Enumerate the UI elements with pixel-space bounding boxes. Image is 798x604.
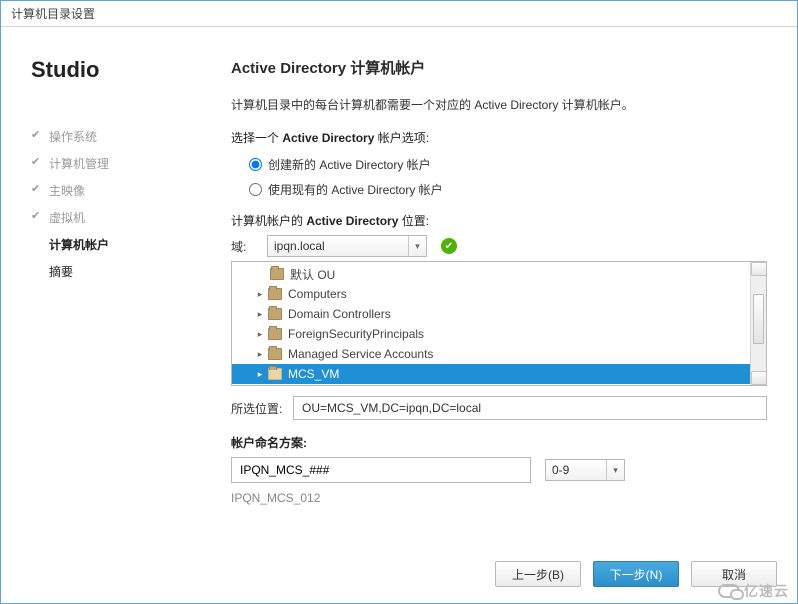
window-title: 计算机目录设置 (11, 7, 95, 21)
radio-use-existing[interactable]: 使用现有的 Active Directory 帐户 (249, 177, 767, 202)
folder-icon (268, 348, 282, 360)
wizard-window: 计算机目录设置 Studio 操作系统 计算机管理 主映像 虚拟机 计算机帐户 … (0, 0, 798, 604)
expand-icon[interactable]: ▸ (254, 369, 266, 380)
scroll-up-icon[interactable]: ▴ (751, 262, 767, 276)
folder-icon (270, 268, 284, 280)
back-button[interactable]: 上一步(B) (495, 561, 581, 587)
step-os: 操作系统 (31, 123, 181, 150)
step-summary: 摘要 (31, 258, 181, 285)
chevron-down-icon: ▾ (606, 460, 624, 480)
domain-label: 域: (231, 238, 267, 255)
step-computer-accounts: 计算机帐户 (31, 231, 181, 258)
tree-row[interactable]: ▸ 默认 OU (232, 264, 766, 284)
expand-icon[interactable]: ▸ (254, 289, 266, 300)
selected-location-row: 所选位置: OU=MCS_VM,DC=ipqn,DC=local (231, 396, 767, 420)
scroll-down-icon[interactable]: ▾ (751, 371, 767, 385)
scroll-thumb[interactable] (753, 294, 764, 344)
domain-value: ipqn.local (274, 239, 325, 253)
watermark-logo-icon (718, 584, 740, 598)
scrollbar[interactable]: ▴ ▾ (750, 262, 766, 385)
radio-use-input[interactable] (249, 183, 262, 196)
naming-scheme-label: 帐户命名方案: (231, 434, 767, 451)
tree-row[interactable]: ▸ Domain Controllers (232, 304, 766, 324)
page-heading: Active Directory 计算机帐户 (231, 57, 767, 78)
folder-icon (268, 288, 282, 300)
sidebar: Studio 操作系统 计算机管理 主映像 虚拟机 计算机帐户 摘要 (1, 27, 201, 565)
ad-location-label: 计算机帐户的 Active Directory 位置: (231, 212, 767, 229)
next-button[interactable]: 下一步(N) (593, 561, 679, 587)
page-description: 计算机目录中的每台计算机都需要一个对应的 Active Directory 计算… (231, 96, 767, 113)
selected-location-value: OU=MCS_VM,DC=ipqn,DC=local (293, 396, 767, 420)
scheme-range-select[interactable]: 0-9 ▾ (545, 459, 625, 481)
check-ok-icon: ✔ (441, 238, 457, 254)
expand-icon[interactable]: ▸ (254, 329, 266, 340)
step-vm: 虚拟机 (31, 204, 181, 231)
chevron-down-icon: ▾ (408, 236, 426, 256)
naming-scheme-example: IPQN_MCS_012 (231, 491, 767, 505)
ou-tree[interactable]: ▸ 默认 OU ▸ Computers ▸ Domain Controllers (231, 261, 767, 386)
radio-create-input[interactable] (249, 158, 262, 171)
folder-icon (268, 328, 282, 340)
titlebar: 计算机目录设置 (1, 1, 797, 27)
tree-row-selected[interactable]: ▸ MCS_VM (232, 364, 766, 384)
wizard-body: Studio 操作系统 计算机管理 主映像 虚拟机 计算机帐户 摘要 Activ… (1, 27, 797, 565)
expand-icon[interactable]: ▸ (254, 309, 266, 320)
main-panel: Active Directory 计算机帐户 计算机目录中的每台计算机都需要一个… (201, 27, 797, 565)
folder-icon (268, 308, 282, 320)
radio-create-new[interactable]: 创建新的 Active Directory 帐户 (249, 152, 767, 177)
tree-row[interactable]: ▸ Managed Service Accounts (232, 344, 766, 364)
step-master-image: 主映像 (31, 177, 181, 204)
brand-title: Studio (31, 57, 181, 83)
expand-icon[interactable]: ▸ (254, 349, 266, 360)
folder-icon (268, 368, 282, 380)
account-option-group: 创建新的 Active Directory 帐户 使用现有的 Active Di… (249, 152, 767, 202)
naming-scheme-input[interactable] (231, 457, 531, 483)
domain-row: 域: ipqn.local ▾ ✔ (231, 235, 767, 257)
watermark: 亿速云 (718, 581, 789, 601)
account-option-label: 选择一个 Active Directory 帐户选项: (231, 129, 767, 146)
domain-select[interactable]: ipqn.local ▾ (267, 235, 427, 257)
selected-location-label: 所选位置: (231, 400, 293, 417)
tree-row[interactable]: ▸ ForeignSecurityPrincipals (232, 324, 766, 344)
naming-scheme-row: 0-9 ▾ (231, 457, 767, 483)
step-machine-mgmt: 计算机管理 (31, 150, 181, 177)
tree-row[interactable]: ▸ Computers (232, 284, 766, 304)
